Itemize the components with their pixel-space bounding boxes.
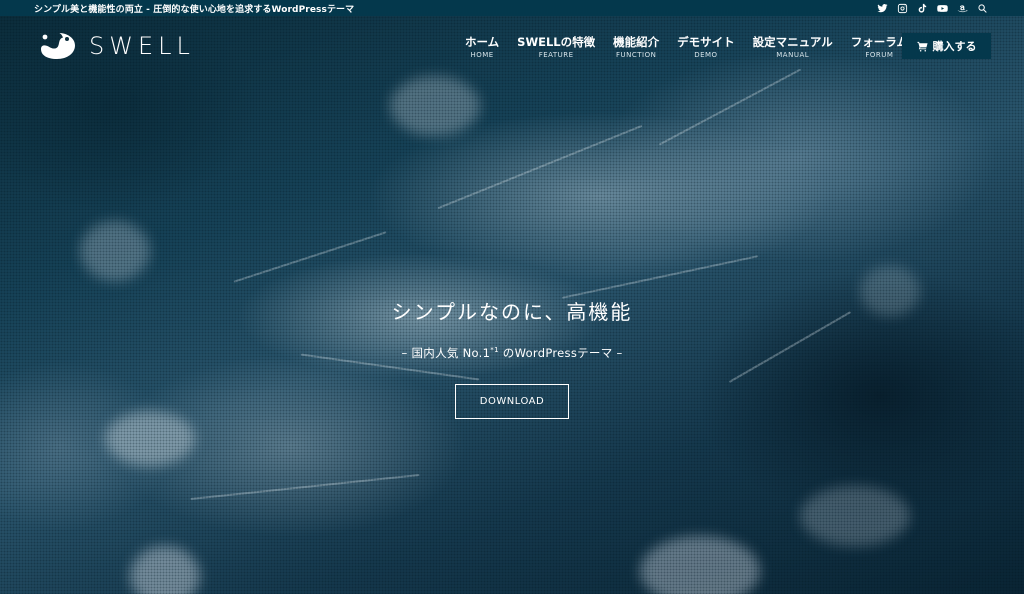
footnote-marker: *1 bbox=[490, 346, 499, 355]
nav-label: 機能紹介 bbox=[613, 35, 660, 49]
youtube-icon[interactable] bbox=[936, 2, 948, 14]
nav-label: SWELLの特徴 bbox=[517, 35, 596, 49]
nav-item-manual[interactable]: 設定マニュアル MANUAL bbox=[744, 35, 842, 60]
buy-button-label: 購入する bbox=[932, 40, 977, 53]
site-tagline: シンプル美と機能性の両立 - 圧倒的な使い心地を追求するWordPressテーマ bbox=[34, 4, 355, 15]
hero-subtitle-prefix: – 国内人気 No.1 bbox=[401, 346, 491, 360]
hero-subtitle-suffix: のWordPressテーマ – bbox=[498, 346, 623, 360]
cart-icon bbox=[916, 41, 928, 52]
tiktok-icon[interactable] bbox=[916, 2, 928, 14]
site-logo[interactable]: SWELL bbox=[37, 29, 195, 63]
site-header: SWELL ホーム HOME SWELLの特徴 FEATURE 機能紹介 FUN… bbox=[0, 16, 1024, 76]
amazon-icon[interactable] bbox=[956, 2, 968, 14]
nav-item-demo[interactable]: デモサイト DEMO bbox=[668, 35, 744, 60]
nav-item-feature[interactable]: SWELLの特徴 FEATURE bbox=[508, 35, 604, 60]
nav-label: ホーム bbox=[465, 35, 500, 49]
download-button[interactable]: DOWNLOAD bbox=[455, 384, 569, 419]
logo-text: SWELL bbox=[89, 32, 195, 60]
nav-item-home[interactable]: ホーム HOME bbox=[456, 35, 508, 60]
nav-label: 設定マニュアル bbox=[752, 35, 833, 49]
top-bar: シンプル美と機能性の両立 - 圧倒的な使い心地を追求するWordPressテーマ bbox=[0, 0, 1024, 16]
nav-item-function[interactable]: 機能紹介 FUNCTION bbox=[604, 35, 668, 60]
instagram-icon[interactable] bbox=[896, 2, 908, 14]
nav-sublabel: FUNCTION bbox=[615, 51, 657, 59]
nav-sublabel: DEMO bbox=[694, 51, 718, 59]
nav-sublabel: FORUM bbox=[865, 51, 894, 59]
hero-title: シンプルなのに、高機能 bbox=[391, 300, 633, 324]
hero-copy: シンプルなのに、高機能 – 国内人気 No.1*1 のWordPressテーマ … bbox=[0, 296, 1024, 419]
nav-sublabel: HOME bbox=[470, 51, 494, 59]
hero-subtitle: – 国内人気 No.1*1 のWordPressテーマ – bbox=[0, 345, 1024, 361]
nav-sublabel: MANUAL bbox=[776, 51, 810, 59]
twitter-icon[interactable] bbox=[876, 2, 888, 14]
search-icon[interactable] bbox=[976, 2, 988, 14]
buy-button[interactable]: 購入する bbox=[902, 33, 991, 59]
nav-label: フォーラム bbox=[850, 35, 908, 49]
main-nav: ホーム HOME SWELLの特徴 FEATURE 機能紹介 FUNCTION … bbox=[456, 35, 917, 60]
nav-sublabel: FEATURE bbox=[538, 51, 574, 59]
nav-label: デモサイト bbox=[677, 35, 735, 49]
social-links bbox=[876, 2, 988, 14]
logo-wave-icon bbox=[37, 29, 81, 63]
